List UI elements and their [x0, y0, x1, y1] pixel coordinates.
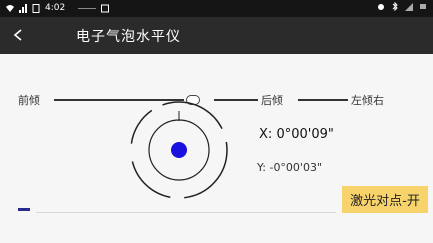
bubble-dot	[171, 142, 187, 158]
app-header: 电子气泡水平仪	[0, 17, 433, 54]
alarm-icon	[378, 4, 384, 10]
x-readout: X: 0°00'09"	[259, 127, 334, 142]
bottom-divider	[36, 212, 336, 213]
x-value: 0°00'09"	[276, 127, 334, 142]
level-left-label: 前倾	[18, 94, 40, 107]
x-label: X:	[259, 127, 273, 142]
level-mid-label: 后倾	[261, 94, 283, 107]
battery-icon	[32, 3, 40, 13]
level-line-right	[298, 99, 348, 101]
status-time: 4:02	[45, 3, 66, 13]
power-icon	[420, 4, 426, 9]
y-label: Y:	[257, 161, 266, 174]
notification-icon	[101, 4, 110, 12]
status-bar: 4:02	[0, 0, 433, 17]
status-divider	[78, 7, 97, 9]
level-right-label: 左倾右	[351, 94, 384, 107]
corner-marker	[18, 208, 30, 211]
y-readout: Y: -0°00'03"	[257, 161, 322, 174]
laser-point-button[interactable]: 激光对点-开	[342, 186, 428, 213]
y-value: -0°00'03"	[269, 161, 323, 174]
level-panel: 前倾 后倾 左倾右 X: 0°00'09" Y: -0°00'03" 激光对点-…	[0, 54, 433, 243]
signal-icon	[19, 3, 27, 13]
back-arrow-icon[interactable]	[12, 28, 26, 42]
network-icon	[405, 3, 413, 11]
page-title: 电子气泡水平仪	[76, 29, 181, 45]
bubble-target	[130, 101, 228, 199]
bluetooth-icon	[392, 2, 398, 11]
app-screen: 4:02 电子气泡水平仪 前倾 后倾 左倾右 X: 0°00'09" Y: -0…	[0, 0, 433, 243]
wifi-icon	[6, 4, 14, 12]
